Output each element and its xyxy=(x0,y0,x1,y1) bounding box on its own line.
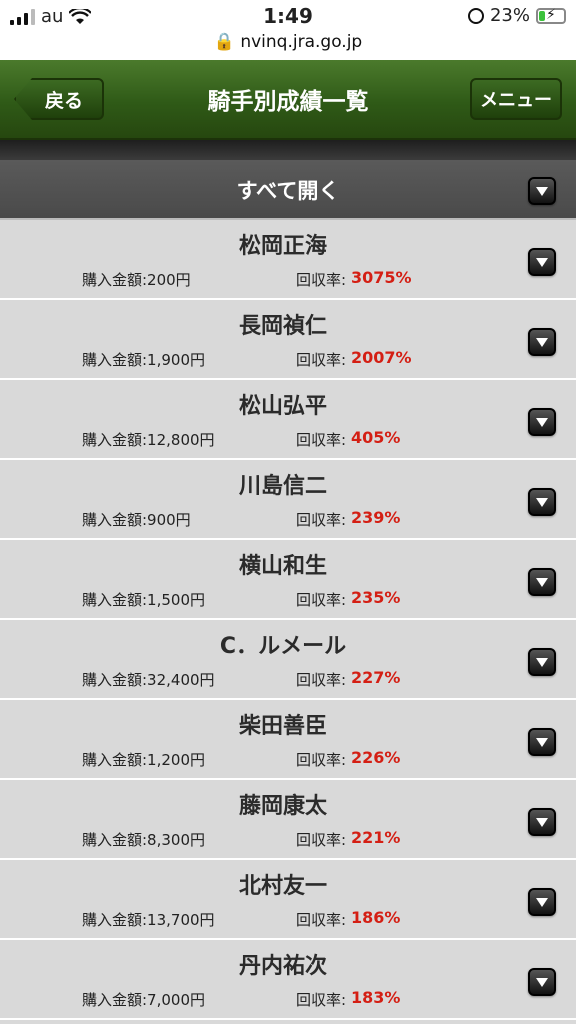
return-rate-label: 回収率: xyxy=(296,431,347,449)
return-rate-label: 回収率: xyxy=(296,751,347,769)
expand-icon[interactable] xyxy=(528,488,556,516)
url-text: nvinq.jra.go.jp xyxy=(240,32,363,52)
purchase-amount: 購入金額:12,800円 xyxy=(82,431,215,449)
return-rate-value: 239% xyxy=(351,508,401,527)
header-divider xyxy=(0,140,576,160)
return-rate-label: 回収率: xyxy=(296,991,347,1009)
return-rate-label: 回収率: xyxy=(296,671,347,689)
open-all-bar[interactable]: すべて開く xyxy=(0,160,576,220)
expand-icon[interactable] xyxy=(528,568,556,596)
jockey-name: 川島信二 xyxy=(238,474,327,499)
jockey-name: 長岡禎仁 xyxy=(238,314,327,339)
expand-icon[interactable] xyxy=(528,408,556,436)
return-rate-value: 226% xyxy=(351,748,401,767)
purchase-amount: 購入金額:13,700円 xyxy=(82,911,215,929)
url-bar[interactable]: 🔒 nvinq.jra.go.jp xyxy=(0,32,576,52)
purchase-amount: 購入金額:32,400円 xyxy=(82,671,215,689)
jockey-name: 松岡正海 xyxy=(238,234,327,259)
jockey-name: 松山弘平 xyxy=(238,394,327,419)
jockey-row[interactable]: 長岡禎仁購入金額:1,900円 回収率: 2007% xyxy=(0,300,576,380)
jockey-row[interactable]: 北村友一購入金額:13,700円 回収率: 186% xyxy=(0,860,576,940)
battery-icon: ⚡ xyxy=(536,7,566,24)
jockey-row[interactable]: 松岡正海購入金額:200円 回収率: 3075% xyxy=(0,220,576,300)
expand-icon[interactable] xyxy=(528,808,556,836)
jockey-row[interactable]: 松山弘平購入金額:12,800円 回収率: 405% xyxy=(0,380,576,460)
return-rate-label: 回収率: xyxy=(296,511,347,529)
jockey-name: 丹内祐次 xyxy=(238,954,327,979)
expand-icon[interactable] xyxy=(528,648,556,676)
jockey-name: 横山和生 xyxy=(238,554,327,579)
return-rate-label: 回収率: xyxy=(296,351,347,369)
open-all-label: すべて開く xyxy=(236,179,340,203)
return-rate-value: 186% xyxy=(351,908,401,927)
return-rate-value: 3075% xyxy=(351,268,412,287)
jockey-row[interactable]: 川島信二購入金額:900円 回収率: 239% xyxy=(0,460,576,540)
expand-icon[interactable] xyxy=(528,248,556,276)
return-rate-label: 回収率: xyxy=(296,591,347,609)
return-rate-label: 回収率: xyxy=(296,911,347,929)
jockey-name: 柴田善臣 xyxy=(238,714,327,739)
return-rate-value: 183% xyxy=(351,988,401,1007)
battery-percent: 23% xyxy=(489,5,530,26)
jockey-row[interactable]: C．ルメール 購入金額:32,400円 回収率: 227% xyxy=(0,620,576,700)
app-header: 戻る 騎手別成績一覧 メニュー xyxy=(0,60,576,140)
jockey-list: 松岡正海 購入金額:200円 回収率: 3075% 長岡禎仁 購入金額:1,900円 回収率… xyxy=(0,220,576,1020)
return-rate-value: 235% xyxy=(351,588,401,607)
jockey-name: 北村友一 xyxy=(238,874,327,899)
purchase-amount: 購入金額:1,200円 xyxy=(82,751,205,769)
expand-icon[interactable] xyxy=(528,968,556,996)
lock-icon: 🔒 xyxy=(213,32,235,52)
return-rate-value: 227% xyxy=(351,668,401,687)
purchase-amount: 購入金額:900円 xyxy=(82,511,191,529)
return-rate-value: 2007% xyxy=(351,348,412,367)
return-rate-label: 回収率: xyxy=(296,831,347,849)
return-rate-value: 221% xyxy=(351,828,401,847)
expand-icon[interactable] xyxy=(528,328,556,356)
status-bar: au 1:49 🔒 nvinq.jra.go.jp 23% ⚡ xyxy=(0,0,576,60)
jockey-row[interactable]: 横山和生購入金額:1,500円 回収率: 235% xyxy=(0,540,576,620)
jockey-row[interactable]: 丹内祐次購入金額:7,000円 回収率: 183% xyxy=(0,940,576,1020)
jockey-name: 藤岡康太 xyxy=(238,794,327,819)
orientation-lock-icon xyxy=(467,7,484,24)
expand-all-icon[interactable] xyxy=(528,177,556,205)
jockey-row[interactable]: 柴田善臣購入金額:1,200円 回収率: 226% xyxy=(0,700,576,780)
expand-icon[interactable] xyxy=(528,888,556,916)
return-rate-value: 405% xyxy=(351,428,401,447)
purchase-amount: 購入金額:7,000円 xyxy=(82,991,205,1009)
expand-icon[interactable] xyxy=(528,728,556,756)
return-rate-label: 回収率: xyxy=(296,271,347,289)
jockey-row[interactable]: 藤岡康太購入金額:8,300円 回収率: 221% xyxy=(0,780,576,860)
purchase-amount: 購入金額:1,500円 xyxy=(82,591,205,609)
purchase-amount: 購入金額:8,300円 xyxy=(82,831,205,849)
jockey-name: C．ルメール xyxy=(219,634,347,659)
purchase-amount: 購入金額:200円 xyxy=(82,271,191,289)
purchase-amount: 購入金額:1,900円 xyxy=(82,351,205,369)
status-right: 23% ⚡ xyxy=(467,5,566,26)
menu-button[interactable]: メニュー xyxy=(470,78,562,120)
